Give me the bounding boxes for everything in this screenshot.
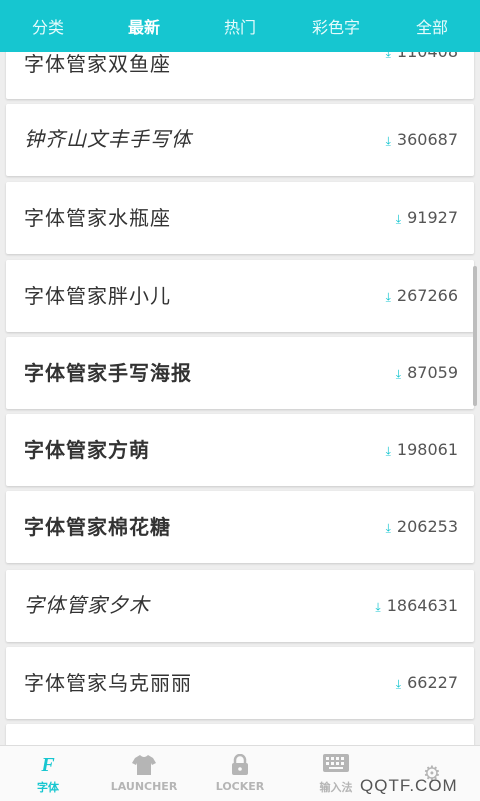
nav-label: 输入法 xyxy=(319,780,353,794)
download-count: ⤓ 66227 xyxy=(396,647,458,719)
download-count: ⤓ 267266 xyxy=(386,260,458,332)
download-count-value: 91927 xyxy=(407,208,458,227)
font-list-item[interactable]: 字体管家乌克丽丽 ⤓ 66227 xyxy=(6,647,474,719)
download-count-value: 206253 xyxy=(396,517,458,536)
tab-latest[interactable]: 最新 xyxy=(96,0,192,52)
download-count-value: 267266 xyxy=(396,286,458,305)
tab-hot[interactable]: 热门 xyxy=(192,0,288,52)
nav-label: LAUNCHER xyxy=(110,780,178,793)
font-name: 字体管家棉花糖 xyxy=(24,515,171,539)
download-arrow-icon: ⤓ xyxy=(395,677,402,691)
scrollbar[interactable] xyxy=(473,266,477,406)
tab-category[interactable]: 分类 xyxy=(0,0,96,52)
download-count: ⤓ 91927 xyxy=(396,182,458,254)
download-arrow-icon: ⤓ xyxy=(385,290,391,304)
tab-color-font[interactable]: 彩色字 xyxy=(288,0,384,52)
download-count: ⤓ 360687 xyxy=(386,104,458,176)
download-arrow-icon: ⤓ xyxy=(385,521,391,535)
font-name: 钟齐山文丰手写体 xyxy=(24,129,192,151)
font-f-icon: F xyxy=(41,753,55,776)
download-arrow-icon: ⤓ xyxy=(395,367,402,381)
top-tab-bar: 分类 最新 热门 彩色字 全部 xyxy=(0,0,480,52)
font-list-item[interactable]: 字体管家胖小儿 ⤓ 267266 xyxy=(6,260,474,332)
nav-label: LOCKER xyxy=(215,780,265,793)
download-arrow-icon: ⤓ xyxy=(375,600,381,614)
download-count-value: 1864631 xyxy=(386,596,458,615)
font-name: 字体管家方萌 xyxy=(24,438,150,462)
download-count: ⤓ 1864631 xyxy=(375,570,458,642)
font-list-item[interactable]: 字体管家水瓶座 ⤓ 91927 xyxy=(6,182,474,254)
download-arrow-icon: ⤓ xyxy=(385,444,391,458)
font-list-item[interactable]: 钟齐山文丰手写体 ⤓ 360687 xyxy=(6,104,474,176)
download-count-value: 360687 xyxy=(396,130,458,149)
download-count: ⤓ 87059 xyxy=(396,337,458,409)
font-name: 字体管家水瓶座 xyxy=(24,206,171,230)
tab-all[interactable]: 全部 xyxy=(384,0,480,52)
keyboard-icon xyxy=(323,753,349,777)
lock-icon xyxy=(231,753,249,778)
font-name: 字体管家乌克丽丽 xyxy=(24,671,192,695)
nav-item-fonts[interactable]: F 字体 xyxy=(0,746,96,801)
font-list-item[interactable]: 字体管家手写海报 ⤓ 87059 xyxy=(6,337,474,409)
download-count-value: 66227 xyxy=(407,673,458,692)
download-count-value: 198061 xyxy=(396,440,458,459)
download-count: ⤓ 206253 xyxy=(386,491,458,563)
font-name: 字体管家手写海报 xyxy=(24,361,192,385)
download-arrow-icon: ⤓ xyxy=(385,134,391,148)
font-name: 字体管家胖小儿 xyxy=(24,284,171,308)
nav-item-launcher[interactable]: LAUNCHER xyxy=(96,746,192,801)
nav-item-locker[interactable]: LOCKER xyxy=(192,746,288,801)
download-count: ⤓ 198061 xyxy=(386,414,458,486)
font-list-item[interactable]: 字体管家夕木 ⤓ 1864631 xyxy=(6,570,474,642)
watermark: QQTF.COM xyxy=(360,776,458,795)
font-list-item[interactable]: 字体管家方萌 ⤓ 198061 xyxy=(6,414,474,486)
nav-label: 字体 xyxy=(37,780,59,794)
download-arrow-icon: ⤓ xyxy=(395,212,402,226)
tshirt-icon xyxy=(132,754,156,778)
font-name: 字体管家夕木 xyxy=(24,595,150,617)
font-list-item[interactable]: 字体管家棉花糖 ⤓ 206253 xyxy=(6,491,474,563)
download-count-value: 87059 xyxy=(407,363,458,382)
